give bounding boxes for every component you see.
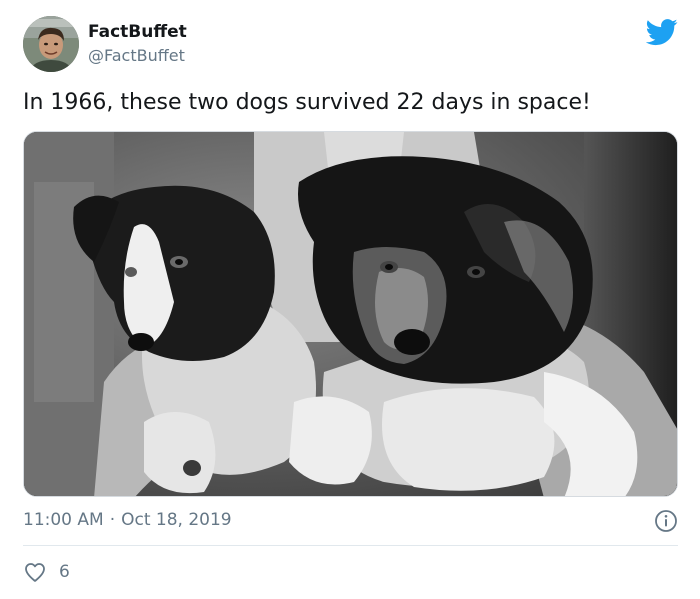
info-circle-icon[interactable] [654,509,678,533]
tweet-card: FactBuffet @FactBuffet In 1966, these tw… [0,0,700,599]
like-button[interactable]: 6 [23,559,70,585]
tweet-timestamp[interactable]: 11:00 AM · Oct 18, 2019 [23,508,232,532]
tweet-time: 11:00 AM [23,510,104,530]
author-names: FactBuffet @FactBuffet [88,21,187,67]
author-handle[interactable]: @FactBuffet [88,45,187,67]
author-display-name[interactable]: FactBuffet [88,21,187,43]
avatar[interactable] [23,16,79,72]
tweet-header: FactBuffet @FactBuffet [23,16,678,76]
heart-outline-icon [25,563,45,582]
twitter-bird-icon[interactable] [645,16,678,48]
like-count: 6 [59,562,70,582]
tweet-text: In 1966, these two dogs survived 22 days… [23,90,591,115]
tweet-date: Oct 18, 2019 [121,510,232,530]
divider [23,545,678,546]
date-separator: · [109,510,116,530]
tweet-photo[interactable] [23,131,678,497]
